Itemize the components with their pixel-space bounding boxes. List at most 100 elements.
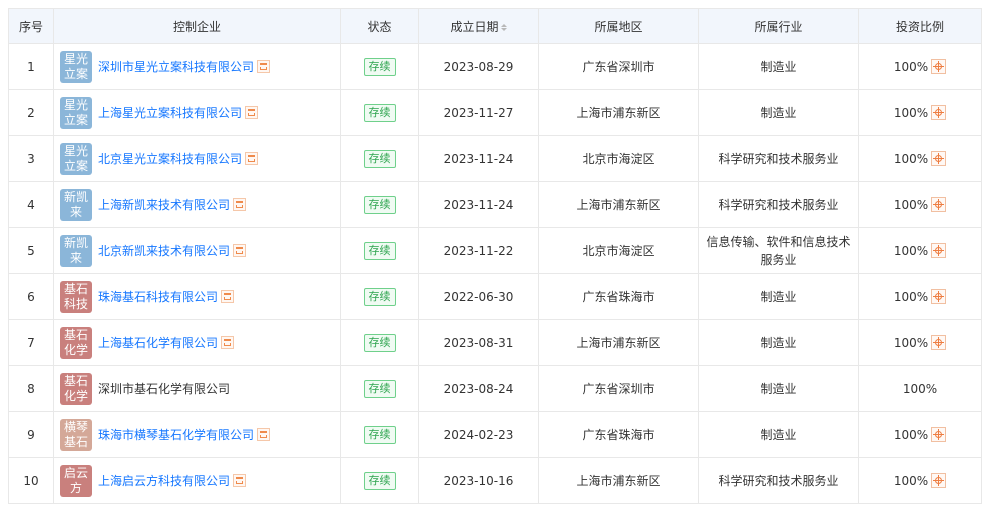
company-logo[interactable]: 基石化学	[60, 372, 92, 405]
equity-chart-icon[interactable]	[931, 197, 947, 212]
company-tag-icon[interactable]	[233, 244, 247, 257]
row-ratio: 100%	[858, 135, 982, 182]
row-region: 上海市浦东新区	[538, 181, 699, 228]
row-industry: 科学研究和技术服务业	[698, 457, 859, 504]
row-industry: 制造业	[698, 411, 859, 458]
ratio-value: 100%	[893, 105, 929, 120]
equity-chart-icon[interactable]	[931, 473, 947, 488]
status-badge: 存续	[363, 57, 396, 76]
row-industry: 制造业	[698, 43, 859, 90]
row-ratio: 100%	[858, 411, 982, 458]
row-date: 2023-08-24	[418, 365, 539, 412]
equity-chart-icon[interactable]	[931, 105, 947, 120]
row-date: 2024-02-23	[418, 411, 539, 458]
row-status: 存续	[340, 365, 419, 412]
row-ratio: 100%	[858, 457, 982, 504]
row-seq: 4	[8, 181, 54, 228]
row-date: 2023-11-24	[418, 135, 539, 182]
company-logo[interactable]: 新凯来	[60, 188, 92, 221]
table-row: 3 星光立案 北京星光立案科技有限公司 存续 2023-11-24 北京市海淀区 科学研究和…	[8, 135, 982, 182]
row-company: 基石化学 上海基石化学有限公司	[53, 319, 341, 366]
controlled-companies-table: 序号 控制企业 状态 成立日期 所属地区 所属行业 投资比例 1 星光立案 深圳市星…	[8, 8, 982, 504]
ratio-value: 100%	[893, 59, 929, 74]
company-tag-icon[interactable]	[245, 152, 259, 165]
table-row: 5 新凯来 北京新凯来技术有限公司 存续 2023-11-22 北京市海淀区 信息传输、软件…	[8, 227, 982, 274]
row-date: 2023-08-29	[418, 43, 539, 90]
table-header: 序号 控制企业 状态 成立日期 所属地区 所属行业 投资比例	[8, 8, 982, 44]
company-tag-icon[interactable]	[245, 106, 259, 119]
company-tag-icon[interactable]	[233, 198, 247, 211]
status-badge: 存续	[363, 471, 396, 490]
row-company: 横琴基石 珠海市横琴基石化学有限公司	[53, 411, 341, 458]
company-name: 深圳市基石化学有限公司	[98, 382, 231, 396]
company-logo[interactable]: 启云方	[60, 464, 92, 497]
row-industry: 信息传输、软件和信息技术服务业	[698, 227, 859, 274]
company-name[interactable]: 北京星光立案科技有限公司	[98, 150, 242, 167]
equity-chart-icon[interactable]	[931, 289, 947, 304]
row-industry: 制造业	[698, 89, 859, 136]
company-name[interactable]: 上海星光立案科技有限公司	[98, 104, 242, 121]
row-status: 存续	[340, 411, 419, 458]
company-name[interactable]: 上海新凯来技术有限公司	[98, 196, 230, 213]
header-region: 所属地区	[538, 8, 699, 44]
row-industry: 科学研究和技术服务业	[698, 181, 859, 228]
table-row: 4 新凯来 上海新凯来技术有限公司 存续 2023-11-24 上海市浦东新区 科学研究和技…	[8, 181, 982, 228]
equity-chart-icon[interactable]	[931, 427, 947, 442]
row-seq: 8	[8, 365, 54, 412]
row-industry: 制造业	[698, 365, 859, 412]
row-ratio: 100%	[858, 89, 982, 136]
company-logo[interactable]: 星光立案	[60, 142, 92, 175]
equity-chart-icon[interactable]	[931, 151, 947, 166]
header-company: 控制企业	[53, 8, 341, 44]
equity-chart-icon[interactable]	[931, 243, 947, 258]
row-company: 新凯来 北京新凯来技术有限公司	[53, 227, 341, 274]
header-date[interactable]: 成立日期	[418, 8, 539, 44]
company-tag-icon[interactable]	[233, 474, 247, 487]
table-row: 10 启云方 上海启云方科技有限公司 存续 2023-10-16 上海市浦东新区 科学研究和…	[8, 457, 982, 504]
company-logo[interactable]: 基石科技	[60, 280, 92, 313]
ratio-value: 100%	[893, 243, 929, 258]
header-date-label: 成立日期	[450, 19, 499, 34]
row-region: 广东省深圳市	[538, 43, 699, 90]
row-seq: 9	[8, 411, 54, 458]
company-logo[interactable]: 基石化学	[60, 326, 92, 359]
company-logo[interactable]: 星光立案	[60, 96, 92, 129]
company-tag-icon[interactable]	[221, 336, 235, 349]
status-badge: 存续	[363, 287, 396, 306]
header-industry: 所属行业	[698, 8, 859, 44]
row-seq: 2	[8, 89, 54, 136]
row-status: 存续	[340, 273, 419, 320]
company-name[interactable]: 北京新凯来技术有限公司	[98, 242, 230, 259]
company-name[interactable]: 深圳市星光立案科技有限公司	[98, 58, 254, 75]
ratio-value: 100%	[893, 473, 929, 488]
row-ratio: 100%	[858, 365, 982, 412]
row-industry: 制造业	[698, 319, 859, 366]
row-company: 基石化学 深圳市基石化学有限公司	[53, 365, 341, 412]
row-company: 基石科技 珠海基石科技有限公司	[53, 273, 341, 320]
equity-chart-icon[interactable]	[931, 335, 947, 350]
row-company: 新凯来 上海新凯来技术有限公司	[53, 181, 341, 228]
row-ratio: 100%	[858, 273, 982, 320]
row-region: 广东省珠海市	[538, 411, 699, 458]
company-tag-icon[interactable]	[257, 428, 271, 441]
company-logo[interactable]: 横琴基石	[60, 418, 92, 451]
header-seq: 序号	[8, 8, 54, 44]
company-name[interactable]: 珠海市横琴基石化学有限公司	[98, 426, 254, 443]
company-logo[interactable]: 星光立案	[60, 50, 92, 83]
company-name[interactable]: 上海基石化学有限公司	[98, 334, 218, 351]
company-name[interactable]: 上海启云方科技有限公司	[98, 472, 230, 489]
row-date: 2023-08-31	[418, 319, 539, 366]
company-tag-icon[interactable]	[257, 60, 271, 73]
company-logo[interactable]: 新凯来	[60, 234, 92, 267]
sort-icon[interactable]	[500, 23, 507, 31]
company-tag-icon[interactable]	[221, 290, 235, 303]
row-ratio: 100%	[858, 319, 982, 366]
row-region: 北京市海淀区	[538, 135, 699, 182]
company-name[interactable]: 珠海基石科技有限公司	[98, 288, 218, 305]
row-status: 存续	[340, 457, 419, 504]
row-company: 启云方 上海启云方科技有限公司	[53, 457, 341, 504]
status-badge: 存续	[363, 103, 396, 122]
equity-chart-icon[interactable]	[931, 59, 947, 74]
row-region: 广东省深圳市	[538, 365, 699, 412]
ratio-value: 100%	[893, 335, 929, 350]
